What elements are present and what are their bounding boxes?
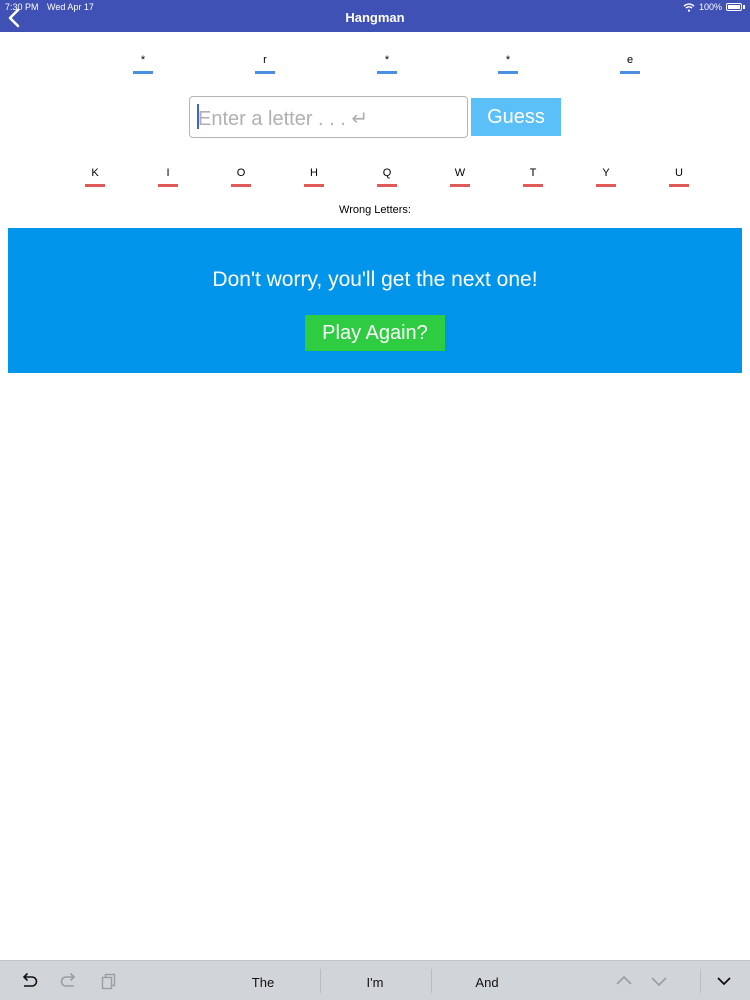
word-slot: e xyxy=(620,53,640,74)
paste-icon[interactable] xyxy=(99,971,119,991)
redo-icon[interactable] xyxy=(59,971,79,991)
word-slot-letter: * xyxy=(384,54,390,66)
chevron-down-icon[interactable] xyxy=(649,971,669,991)
wrong-letter-slot: T xyxy=(523,166,543,187)
dismiss-keyboard-icon[interactable] xyxy=(714,971,734,991)
wrong-letter-slot: H xyxy=(304,166,324,187)
word-slot-letter: e xyxy=(626,54,634,66)
wrong-letter-slot: U xyxy=(669,166,689,187)
word-blanks: * r * * e xyxy=(0,53,750,79)
wrong-letter-underline xyxy=(304,184,324,187)
suggestion-the[interactable]: The xyxy=(213,975,313,990)
letter-input-placeholder: Enter a letter . . . ↵ xyxy=(198,108,369,130)
word-slot: r xyxy=(255,53,275,74)
game-over-message: Don't worry, you'll get the next one! xyxy=(212,268,538,291)
word-slot: * xyxy=(133,53,153,74)
wrong-letter: H xyxy=(310,167,318,179)
toolbar-divider xyxy=(700,969,701,993)
word-slot: * xyxy=(377,53,397,74)
wrong-letter: Q xyxy=(382,167,392,179)
navigation-bar: 7:30 PM Wed Apr 17 100% Hangman xyxy=(0,0,750,32)
wrong-letter-slot: O xyxy=(231,166,251,187)
wrong-letter-underline xyxy=(596,184,616,187)
keyboard-shortcut-bar: The I'm And xyxy=(0,960,750,1000)
chevron-up-icon[interactable] xyxy=(614,971,634,991)
battery-tip xyxy=(743,5,745,9)
wrong-letter-underline xyxy=(450,184,470,187)
wrong-letter: K xyxy=(91,167,99,179)
wrong-letter-underline xyxy=(85,184,105,187)
suggestion-and[interactable]: And xyxy=(437,975,537,990)
wrong-letter-slot: Q xyxy=(377,166,397,187)
wrong-letter: T xyxy=(529,167,537,179)
wrong-letters: K I O H Q W T Y U xyxy=(0,166,750,192)
wrong-letter-slot: K xyxy=(85,166,105,187)
text-caret xyxy=(197,104,199,129)
word-slot-underline xyxy=(255,71,275,74)
wrong-letter-underline xyxy=(669,184,689,187)
word-slot-letter: * xyxy=(140,54,146,66)
letter-input[interactable]: Enter a letter . . . ↵ xyxy=(189,96,468,138)
wrong-letter: I xyxy=(166,167,170,179)
wrong-letter-underline xyxy=(523,184,543,187)
wrong-letter: O xyxy=(236,167,246,179)
undo-icon[interactable] xyxy=(19,971,39,991)
wrong-letter: U xyxy=(675,167,683,179)
game-over-panel: Don't worry, you'll get the next one! Pl… xyxy=(8,228,742,373)
word-slot-underline xyxy=(133,71,153,74)
wrong-letter-underline xyxy=(231,184,251,187)
suggestion-divider xyxy=(431,969,432,993)
word-slot-letter: * xyxy=(505,54,511,66)
word-slot-letter: r xyxy=(263,54,267,66)
word-slot-underline xyxy=(377,71,397,74)
wrong-letter-underline xyxy=(377,184,397,187)
wrong-letter: Y xyxy=(602,167,610,179)
wrong-letter-underline xyxy=(158,184,178,187)
wrong-letters-label: Wrong Letters: xyxy=(339,204,411,216)
wrong-letter: W xyxy=(454,167,466,179)
wrong-letter-slot: Y xyxy=(596,166,616,187)
word-slot-underline xyxy=(620,71,640,74)
suggestion-im[interactable]: I'm xyxy=(325,975,425,990)
play-again-button[interactable]: Play Again? xyxy=(305,315,445,351)
page-title: Hangman xyxy=(345,10,405,25)
word-slot: * xyxy=(498,53,518,74)
guess-button[interactable]: Guess xyxy=(471,98,561,136)
wrong-letter-slot: W xyxy=(450,166,470,187)
wrong-letter-slot: I xyxy=(158,166,178,187)
suggestion-divider xyxy=(320,969,321,993)
word-slot-underline xyxy=(498,71,518,74)
